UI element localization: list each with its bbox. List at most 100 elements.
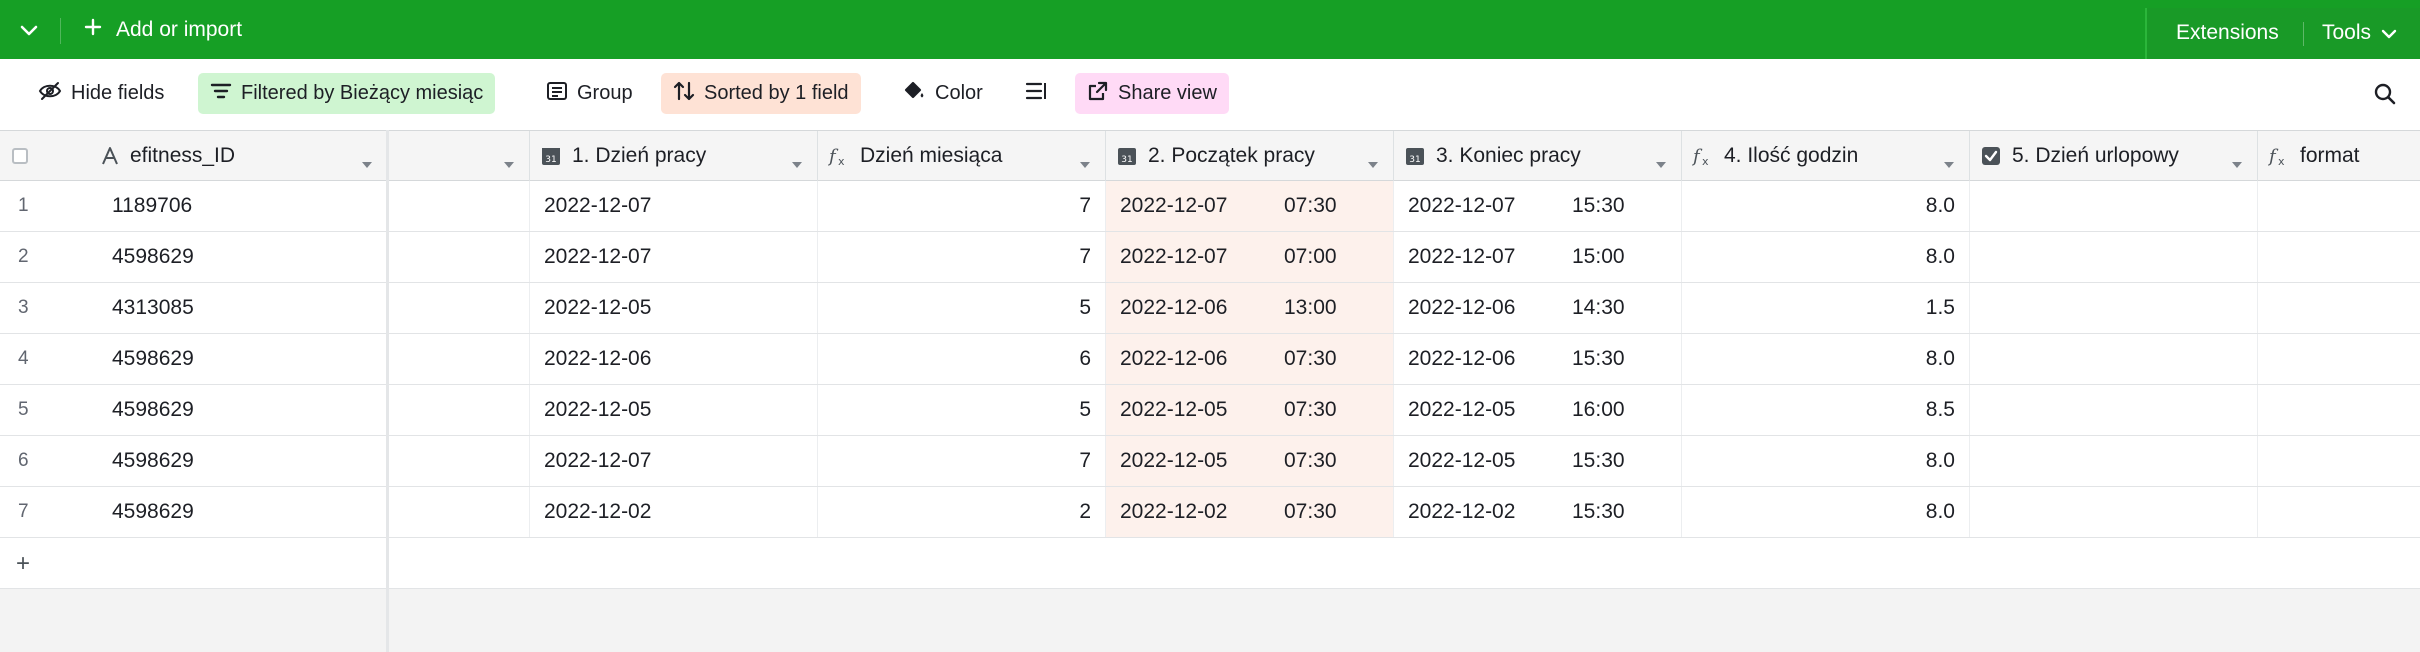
cell-koniec-pracy[interactable]: 2022-12-02 15:30 — [1394, 487, 1682, 537]
hide-fields-button[interactable]: Hide fields — [26, 73, 176, 114]
cell-efitness-id[interactable]: 4598629 — [100, 232, 387, 282]
cell-hidden-column[interactable] — [389, 487, 530, 537]
cell-dzien-miesiaca[interactable]: 5 — [818, 385, 1106, 435]
cell-format[interactable] — [2258, 487, 2420, 537]
cell-poczatek-pracy[interactable]: 2022-12-02 07:30 — [1106, 487, 1394, 537]
cell-poczatek-pracy[interactable]: 2022-12-05 07:30 — [1106, 436, 1394, 486]
cell-dzien-miesiaca[interactable]: 7 — [818, 436, 1106, 486]
cell-dzien-urlopowy[interactable] — [1970, 181, 2258, 231]
frozen-pane-divider[interactable] — [386, 130, 389, 652]
share-view-button[interactable]: Share view — [1075, 73, 1229, 114]
add-or-import-button[interactable]: Add or import — [84, 0, 242, 59]
cell-format[interactable] — [2258, 232, 2420, 282]
add-row-button[interactable]: + — [0, 538, 2420, 589]
cell-poczatek-pracy[interactable]: 2022-12-07 07:00 — [1106, 232, 1394, 282]
cell-dzien-urlopowy[interactable] — [1970, 334, 2258, 384]
cell-dzien-miesiaca[interactable]: 5 — [818, 283, 1106, 333]
column-header-ilosc-godzin[interactable]: fx 4. Ilość godzin — [1682, 131, 1970, 181]
table-row[interactable]: 2 4598629 2022-12-07 7 2022-12-07 07:00 2022-1… — [0, 232, 2420, 283]
row-height-button[interactable] — [1013, 73, 1061, 114]
cell-dzien-pracy[interactable]: 2022-12-07 — [530, 436, 818, 486]
cell-dzien-miesiaca[interactable]: 7 — [818, 181, 1106, 231]
cell-koniec-pracy[interactable]: 2022-12-07 15:30 — [1394, 181, 1682, 231]
sort-button[interactable]: Sorted by 1 field — [661, 73, 861, 114]
column-header-hidden[interactable] — [389, 131, 530, 181]
column-header-efitness-id[interactable]: efitness_ID — [100, 131, 387, 181]
cell-ilosc-godzin[interactable]: 8.5 — [1682, 385, 1970, 435]
cell-dzien-pracy[interactable]: 2022-12-02 — [530, 487, 818, 537]
cell-format[interactable] — [2258, 334, 2420, 384]
cell-hidden-column[interactable] — [389, 436, 530, 486]
column-header-dzien-urlopowy[interactable]: 5. Dzień urlopowy — [1970, 131, 2258, 181]
chevron-down-icon[interactable] — [14, 16, 44, 46]
cell-koniec-pracy[interactable]: 2022-12-07 15:00 — [1394, 232, 1682, 282]
cell-efitness-id[interactable]: 4598629 — [100, 436, 387, 486]
cell-dzien-urlopowy[interactable] — [1970, 232, 2258, 282]
select-all-checkbox[interactable] — [0, 131, 60, 181]
cell-ilosc-godzin[interactable]: 8.0 — [1682, 487, 1970, 537]
column-header-dzien-pracy[interactable]: 31 1. Dzień pracy — [530, 131, 818, 181]
filter-button[interactable]: Filtered by Bieżący miesiąc — [198, 73, 496, 114]
cell-ilosc-godzin[interactable]: 8.0 — [1682, 181, 1970, 231]
chevron-down-icon[interactable] — [1943, 151, 1955, 175]
cell-ilosc-godzin[interactable]: 8.0 — [1682, 436, 1970, 486]
column-header-dzien-miesiaca[interactable]: fx Dzień miesiąca — [818, 131, 1106, 181]
cell-dzien-urlopowy[interactable] — [1970, 385, 2258, 435]
table-row[interactable]: 3 4313085 2022-12-05 5 2022-12-06 13:00 2022-1… — [0, 283, 2420, 334]
cell-koniec-pracy[interactable]: 2022-12-05 16:00 — [1394, 385, 1682, 435]
cell-hidden-column[interactable] — [389, 232, 530, 282]
cell-dzien-urlopowy[interactable] — [1970, 436, 2258, 486]
cell-dzien-pracy[interactable]: 2022-12-05 — [530, 385, 818, 435]
chevron-down-icon[interactable] — [1367, 151, 1379, 175]
chevron-down-icon[interactable] — [1079, 151, 1091, 175]
cell-efitness-id[interactable]: 4598629 — [100, 334, 387, 384]
cell-dzien-urlopowy[interactable] — [1970, 487, 2258, 537]
column-header-koniec-pracy[interactable]: 31 3. Koniec pracy — [1394, 131, 1682, 181]
cell-dzien-miesiaca[interactable]: 2 — [818, 487, 1106, 537]
cell-koniec-pracy[interactable]: 2022-12-06 14:30 — [1394, 283, 1682, 333]
table-row[interactable]: 7 4598629 2022-12-02 2 2022-12-02 07:30 2022-1… — [0, 487, 2420, 538]
column-header-poczatek-pracy[interactable]: 31 2. Początek pracy — [1106, 131, 1394, 181]
cell-dzien-pracy[interactable]: 2022-12-06 — [530, 334, 818, 384]
cell-hidden-column[interactable] — [389, 385, 530, 435]
chevron-down-icon[interactable] — [791, 151, 803, 175]
table-row[interactable]: 4 4598629 2022-12-06 6 2022-12-06 07:30 2022-1… — [0, 334, 2420, 385]
table-row[interactable]: 6 4598629 2022-12-07 7 2022-12-05 07:30 2022-1… — [0, 436, 2420, 487]
cell-dzien-pracy[interactable]: 2022-12-07 — [530, 232, 818, 282]
cell-hidden-column[interactable] — [389, 334, 530, 384]
cell-hidden-column[interactable] — [389, 181, 530, 231]
cell-dzien-miesiaca[interactable]: 6 — [818, 334, 1106, 384]
tools-button[interactable]: Tools — [2322, 0, 2397, 66]
cell-hidden-column[interactable] — [389, 283, 530, 333]
chevron-down-icon[interactable] — [2231, 151, 2243, 175]
cell-efitness-id[interactable]: 4598629 — [100, 487, 387, 537]
table-row[interactable]: 1 1189706 2022-12-07 7 2022-12-07 07:30 2022-1… — [0, 181, 2420, 232]
cell-format[interactable] — [2258, 181, 2420, 231]
extensions-button[interactable]: Extensions — [2176, 0, 2279, 66]
cell-dzien-pracy[interactable]: 2022-12-07 — [530, 181, 818, 231]
cell-poczatek-pracy[interactable]: 2022-12-07 07:30 — [1106, 181, 1394, 231]
cell-format[interactable] — [2258, 436, 2420, 486]
cell-ilosc-godzin[interactable]: 8.0 — [1682, 334, 1970, 384]
cell-format[interactable] — [2258, 385, 2420, 435]
cell-efitness-id[interactable]: 1189706 — [100, 181, 387, 231]
cell-koniec-pracy[interactable]: 2022-12-05 15:30 — [1394, 436, 1682, 486]
cell-poczatek-pracy[interactable]: 2022-12-06 07:30 — [1106, 334, 1394, 384]
chevron-down-icon[interactable] — [361, 151, 373, 175]
cell-dzien-pracy[interactable]: 2022-12-05 — [530, 283, 818, 333]
cell-koniec-pracy[interactable]: 2022-12-06 15:30 — [1394, 334, 1682, 384]
chevron-down-icon[interactable] — [503, 151, 515, 175]
group-button[interactable]: Group — [534, 73, 645, 114]
cell-efitness-id[interactable]: 4598629 — [100, 385, 387, 435]
search-icon[interactable] — [2370, 79, 2400, 109]
cell-poczatek-pracy[interactable]: 2022-12-06 13:00 — [1106, 283, 1394, 333]
cell-ilosc-godzin[interactable]: 1.5 — [1682, 283, 1970, 333]
color-button[interactable]: Color — [890, 73, 995, 114]
cell-dzien-urlopowy[interactable] — [1970, 283, 2258, 333]
column-header-format[interactable]: fx format — [2258, 131, 2420, 181]
cell-format[interactable] — [2258, 283, 2420, 333]
cell-ilosc-godzin[interactable]: 8.0 — [1682, 232, 1970, 282]
cell-efitness-id[interactable]: 4313085 — [100, 283, 387, 333]
cell-dzien-miesiaca[interactable]: 7 — [818, 232, 1106, 282]
table-row[interactable]: 5 4598629 2022-12-05 5 2022-12-05 07:30 2022-1… — [0, 385, 2420, 436]
